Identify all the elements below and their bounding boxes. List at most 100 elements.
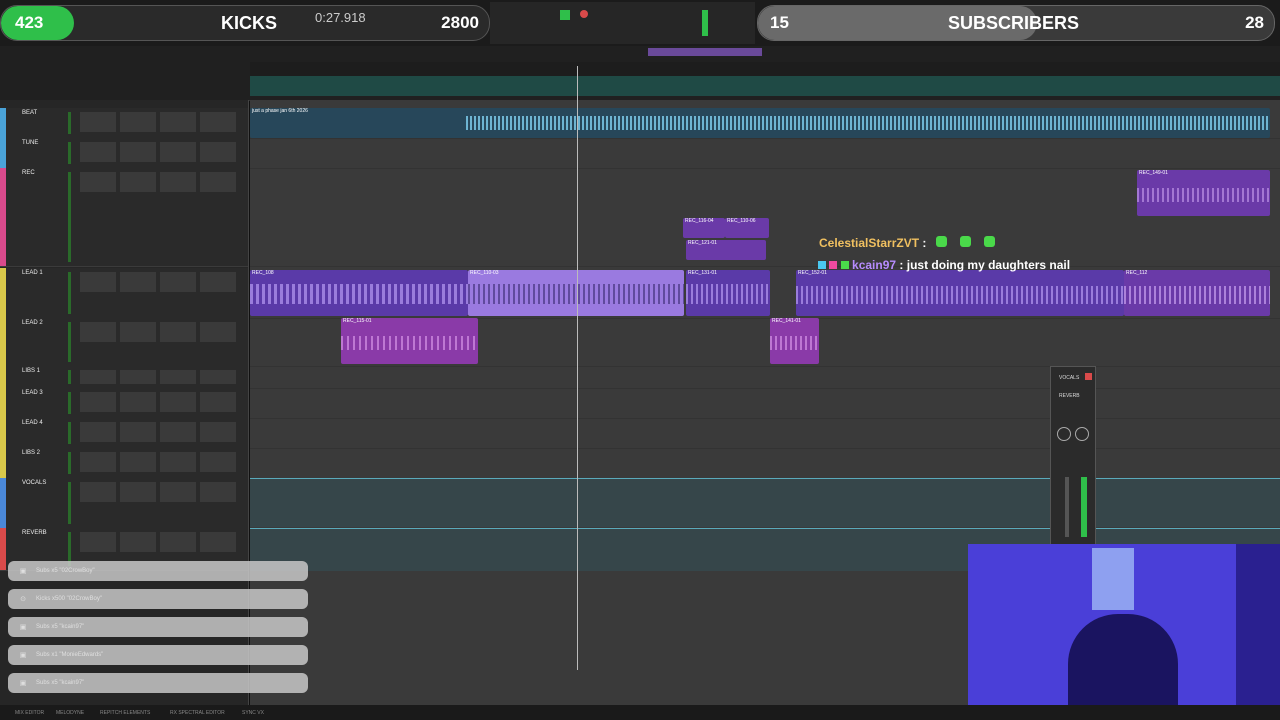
clip-rec-b[interactable]: REC_116-04 xyxy=(683,218,725,238)
badge-icon xyxy=(840,261,849,269)
track-meter xyxy=(68,172,71,262)
clip-lead1-c[interactable]: REC_131-01 xyxy=(686,270,770,316)
subscribers-goal-bar: 15 SUBSCRIBERS 28 xyxy=(757,5,1275,41)
emote-icon xyxy=(984,236,996,247)
clip-lead1-d[interactable]: REC_152-01 xyxy=(796,270,1124,316)
playhead[interactable] xyxy=(577,66,578,670)
bottom-tool-bar: MIX EDITOR MELODYNE REPITCH ELEMENTS RX … xyxy=(0,705,1280,720)
track-meter xyxy=(68,112,71,134)
tab-repitch[interactable]: REPITCH ELEMENTS xyxy=(100,710,150,716)
track-meter xyxy=(68,422,71,444)
clip-lead2-a[interactable]: REC_115-01 xyxy=(341,318,478,364)
track-inserts[interactable] xyxy=(80,370,240,384)
track-color-strip xyxy=(0,366,6,388)
track-header-6[interactable]: LEAD 3 xyxy=(0,388,248,419)
clip-beat[interactable]: just a phase jan 6th 2026 xyxy=(250,108,1270,138)
clip-lead1-e[interactable]: REC_112 xyxy=(1124,270,1270,316)
track-header-4[interactable]: LEAD 2 xyxy=(0,318,248,367)
track-color-strip xyxy=(0,168,6,266)
kick-icon: ⊙ xyxy=(20,596,26,603)
track-inserts[interactable] xyxy=(80,482,240,502)
track-inserts[interactable] xyxy=(80,532,240,552)
clip-rec-d[interactable]: REC_121-01 xyxy=(686,240,766,260)
kicks-goal-bar: 423 KICKS 2800 xyxy=(0,5,490,41)
track-color-strip xyxy=(0,268,6,318)
clip-lead1-a[interactable]: REC_108 xyxy=(250,270,468,316)
track-header-0[interactable]: BEAT xyxy=(0,108,248,139)
clip-lead2-b[interactable]: REC_141-01 xyxy=(770,318,819,364)
track-meter xyxy=(68,322,71,362)
track-color-strip xyxy=(0,138,6,168)
track-lane[interactable] xyxy=(250,366,1280,389)
track-lane[interactable] xyxy=(250,418,1280,449)
track-lane[interactable] xyxy=(250,138,1280,169)
tab-mix-editor[interactable]: MIX EDITOR xyxy=(15,710,44,716)
stream-alert: ▣ Subs x1 "MonieEdwards" xyxy=(8,645,308,665)
gift-icon: ▣ xyxy=(19,652,27,659)
track-header-2[interactable]: REC xyxy=(0,168,248,267)
clip-rec-c[interactable]: REC_110-06 xyxy=(725,218,769,238)
track-header-9[interactable]: VOCALS xyxy=(0,478,248,529)
gift-icon: ▣ xyxy=(19,680,27,687)
track-inserts[interactable] xyxy=(80,422,240,442)
gift-icon: ▣ xyxy=(19,624,27,631)
track-inserts[interactable] xyxy=(80,142,240,162)
fader[interactable] xyxy=(1065,477,1069,537)
track-header-3[interactable]: LEAD 1 xyxy=(0,268,248,319)
track-inserts[interactable] xyxy=(80,172,240,192)
badge-icon xyxy=(818,261,826,269)
clip-lead1-b-selected[interactable]: REC_110-03 xyxy=(468,270,684,316)
track-inserts[interactable] xyxy=(80,112,240,132)
track-inserts[interactable] xyxy=(80,272,240,292)
meter-icon xyxy=(702,10,708,36)
track-name: TUNE xyxy=(22,140,39,146)
track-header-5[interactable]: LIBS 1 xyxy=(0,366,248,389)
pan-knob[interactable] xyxy=(1075,427,1089,441)
record-button[interactable] xyxy=(580,10,588,18)
tab-melodyne[interactable]: MELODYNE xyxy=(56,710,84,716)
subs-label: SUBSCRIBERS xyxy=(948,12,1080,33)
track-name: REVERB xyxy=(22,530,47,536)
kicks-goal: 2800 xyxy=(441,13,479,32)
overview-bar[interactable] xyxy=(648,48,762,56)
plugin-insert: REVERB xyxy=(1059,393,1080,399)
play-button[interactable] xyxy=(560,10,570,20)
stream-alert: ▣ Subs x5 "kcain97" xyxy=(8,673,308,693)
clip-rec-a[interactable]: REC_149-01 xyxy=(1137,170,1270,216)
chat-message-1: CelestialStarrZVT : xyxy=(819,236,996,250)
track-header-1[interactable]: TUNE xyxy=(0,138,248,169)
tempo-ruler[interactable] xyxy=(250,76,1280,96)
track-header-7[interactable]: LEAD 4 xyxy=(0,418,248,449)
track-color-strip xyxy=(0,478,6,528)
webcam-feed xyxy=(968,544,1280,720)
tab-rx-spectral-editor[interactable]: RX SPECTRAL EDITOR xyxy=(170,710,225,716)
send-plugin-window[interactable]: VOCALS REVERB xyxy=(1050,366,1096,546)
transport-counter: 0:27.918 xyxy=(315,10,366,25)
track-lane[interactable] xyxy=(250,448,1280,479)
track-inserts[interactable] xyxy=(80,392,240,412)
track-header-8[interactable]: LIBS 2 xyxy=(0,448,248,479)
tab-sync-vx[interactable]: SYNC VX xyxy=(242,710,264,716)
lane-vocals[interactable] xyxy=(250,478,1280,527)
track-meter xyxy=(68,142,71,164)
track-meter xyxy=(68,392,71,414)
track-color-strip xyxy=(0,108,6,138)
emote-icon xyxy=(960,236,972,247)
gift-icon: ▣ xyxy=(19,568,27,575)
subs-goal: 28 xyxy=(1245,13,1264,32)
track-inserts[interactable] xyxy=(80,452,240,472)
track-lane[interactable] xyxy=(250,388,1280,419)
pan-knob[interactable] xyxy=(1057,427,1071,441)
ruler-ticks[interactable] xyxy=(250,62,1280,76)
track-name: BEAT xyxy=(22,110,38,116)
track-inserts[interactable] xyxy=(80,322,240,342)
track-color-strip xyxy=(0,448,6,478)
chat-username: kcain97 xyxy=(852,258,897,272)
level-meter xyxy=(1081,477,1087,537)
close-icon[interactable] xyxy=(1085,373,1092,380)
track-name: LEAD 2 xyxy=(22,320,43,326)
subs-count: 15 xyxy=(770,13,789,32)
track-name: LIBS 2 xyxy=(22,450,41,456)
track-name: LEAD 4 xyxy=(22,420,43,426)
track-name: LIBS 1 xyxy=(22,368,41,374)
